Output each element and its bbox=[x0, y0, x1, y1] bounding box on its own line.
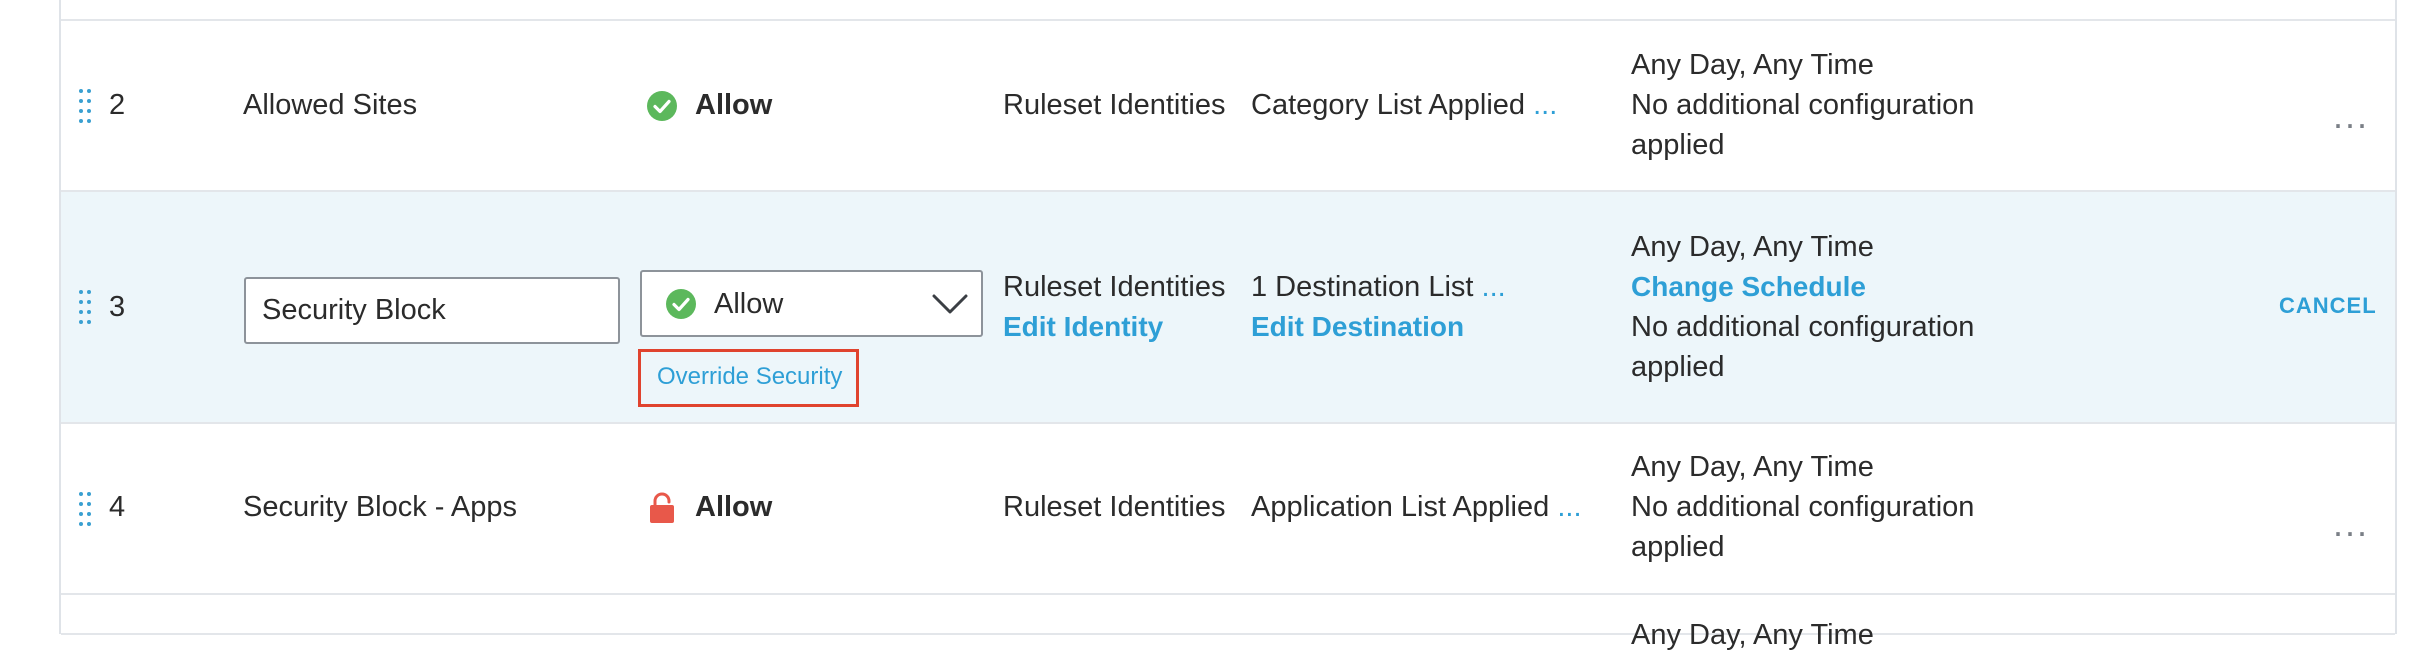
action-select-value: Allow bbox=[714, 288, 784, 320]
rule-destinations: 1 Destination List ... bbox=[1251, 267, 1506, 307]
rule-schedule: Any Day, Any Time bbox=[1631, 49, 1874, 81]
rule-config-line1: No additional configuration bbox=[1631, 89, 1975, 121]
rule-action: Allow bbox=[695, 491, 773, 523]
rule-destinations: Category List Applied ... bbox=[1251, 85, 1557, 125]
rule-number: 2 bbox=[109, 89, 126, 121]
rule-name: Allowed Sites bbox=[243, 89, 418, 121]
drag-handle-icon[interactable] bbox=[79, 492, 93, 526]
more-options-icon[interactable]: ... bbox=[2333, 506, 2369, 542]
green-check-circle-icon bbox=[666, 289, 696, 319]
green-check-circle-icon bbox=[647, 91, 677, 121]
table-row[interactable]: 2 Allowed Sites Allow Ruleset Identities… bbox=[61, 21, 2395, 192]
destinations-label: 1 Destination List bbox=[1251, 271, 1474, 303]
rule-name: Security Block - Apps bbox=[243, 491, 517, 523]
chevron-down-icon bbox=[932, 294, 968, 314]
rule-config-line2: applied bbox=[1631, 531, 1725, 563]
destinations-more-link[interactable]: ... bbox=[1557, 491, 1581, 523]
drag-handle-icon[interactable] bbox=[79, 290, 93, 324]
rule-config-line1: No additional configuration bbox=[1631, 311, 1975, 343]
destinations-label: Category List Applied bbox=[1251, 89, 1526, 121]
more-options-icon[interactable]: ... bbox=[2333, 98, 2369, 134]
edit-identity-link[interactable]: Edit Identity bbox=[1003, 307, 1163, 347]
table-row-editing[interactable]: 3 Allow Override Security Ruleset Identi… bbox=[61, 192, 2395, 424]
drag-handle-icon[interactable] bbox=[79, 89, 93, 123]
destinations-label: Application List Applied bbox=[1251, 491, 1550, 523]
destinations-more-link[interactable]: ... bbox=[1482, 271, 1506, 303]
rule-config-line2: applied bbox=[1631, 351, 1725, 383]
rule-identities: Ruleset Identities bbox=[1003, 89, 1226, 121]
rule-number: 4 bbox=[109, 491, 126, 523]
override-highlight-box: Override Security bbox=[638, 349, 859, 407]
table-row[interactable]: 4 Security Block - Apps Allow Ruleset Id… bbox=[61, 424, 2395, 595]
table-row-top-partial bbox=[61, 0, 2395, 21]
rule-name-input[interactable] bbox=[244, 277, 620, 344]
edit-destination-link[interactable]: Edit Destination bbox=[1251, 307, 1464, 347]
red-unlocked-padlock-icon bbox=[650, 492, 674, 523]
cancel-button[interactable]: CANCEL bbox=[2279, 293, 2377, 319]
action-select[interactable]: Allow bbox=[640, 270, 983, 337]
rule-schedule: Any Day, Any Time bbox=[1631, 231, 1874, 263]
rule-schedule: Any Day, Any Time bbox=[1631, 451, 1874, 483]
rule-config-line2: applied bbox=[1631, 129, 1725, 161]
destinations-more-link[interactable]: ... bbox=[1533, 89, 1557, 121]
rule-schedule: Any Day, Any Time bbox=[1631, 619, 1874, 651]
rule-config-line1: No additional configuration bbox=[1631, 491, 1975, 523]
table-row-partial: Any Day, Any Time bbox=[61, 595, 2395, 651]
rule-destinations: Application List Applied ... bbox=[1251, 487, 1582, 527]
ruleset-table: 2 Allowed Sites Allow Ruleset Identities… bbox=[59, 0, 2397, 651]
rule-identities: Ruleset Identities bbox=[1003, 271, 1226, 303]
override-security-link[interactable]: Override Security bbox=[657, 362, 842, 392]
change-schedule-link[interactable]: Change Schedule bbox=[1631, 267, 1866, 307]
rule-action: Allow bbox=[695, 89, 773, 121]
rule-number: 3 bbox=[109, 291, 126, 323]
rule-identities: Ruleset Identities bbox=[1003, 491, 1226, 523]
